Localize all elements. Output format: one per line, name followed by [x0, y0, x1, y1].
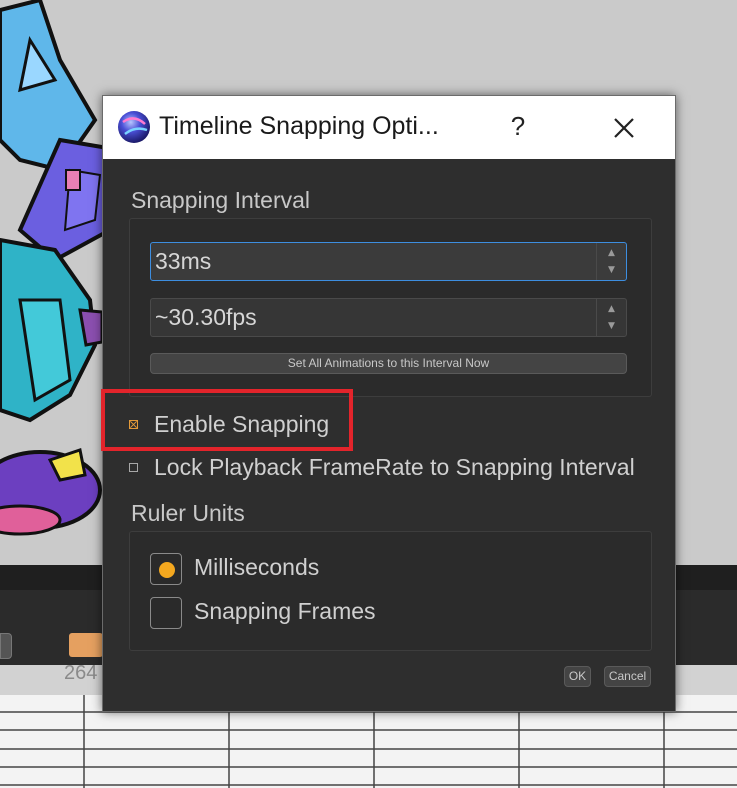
ok-button[interactable]: OK	[564, 666, 591, 687]
interval-ms-spinbox[interactable]: 33ms ▲ ▼	[150, 242, 627, 281]
chevron-down-icon[interactable]: ▼	[597, 262, 626, 281]
interval-fps-stepper: ▲ ▼	[596, 299, 626, 336]
cancel-button[interactable]: Cancel	[604, 666, 651, 687]
interval-ms-value[interactable]: 33ms	[155, 248, 211, 275]
interval-ms-stepper: ▲ ▼	[596, 243, 626, 280]
timeline-side-button[interactable]	[0, 633, 12, 659]
interval-fps-spinbox[interactable]: ~30.30fps ▲ ▼	[150, 298, 627, 337]
snapping-frames-label[interactable]: Snapping Frames	[194, 598, 376, 625]
dialog-title-bar[interactable]: Timeline Snapping Opti... ?	[103, 96, 675, 159]
chevron-up-icon[interactable]: ▲	[597, 299, 626, 318]
snapping-interval-heading: Snapping Interval	[131, 187, 311, 213]
radio-dot-icon	[159, 562, 175, 578]
chevron-down-icon[interactable]: ▼	[597, 318, 626, 337]
ruler-units-group	[129, 531, 652, 651]
help-button[interactable]: ?	[503, 108, 533, 144]
dialog-title: Timeline Snapping Opti...	[159, 112, 439, 140]
close-icon[interactable]	[606, 110, 642, 146]
annotation-highlight-box	[101, 389, 353, 451]
radio-unselected-icon[interactable]	[150, 597, 182, 629]
radio-selected-icon[interactable]	[150, 553, 182, 585]
set-all-animations-button[interactable]: Set All Animations to this Interval Now	[150, 353, 627, 374]
chevron-up-icon[interactable]: ▲	[597, 243, 626, 262]
ruler-units-heading: Ruler Units	[131, 500, 245, 526]
ruler-tick-label: 264	[64, 662, 98, 684]
app-globe-icon	[118, 111, 150, 143]
lock-playback-label[interactable]: Lock Playback FrameRate to Snapping Inte…	[154, 454, 635, 481]
milliseconds-label[interactable]: Milliseconds	[194, 554, 319, 581]
keyframe-button[interactable]	[69, 633, 103, 657]
checkbox-unchecked-icon[interactable]	[129, 463, 138, 472]
interval-fps-value[interactable]: ~30.30fps	[155, 304, 257, 331]
